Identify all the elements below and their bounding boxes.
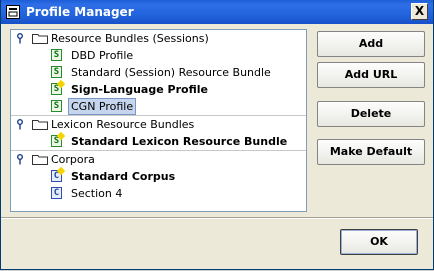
delete-button[interactable]: Delete	[317, 101, 425, 127]
folder-icon	[32, 34, 48, 44]
tree-item-label: Standard (Session) Resource Bundle	[71, 66, 271, 79]
tree-item-cgn-profile[interactable]: S CGN Profile	[11, 98, 306, 115]
session-bundle-default-icon: S	[51, 131, 66, 147]
tree-item-standard-corpus[interactable]: C Standard Corpus	[11, 166, 306, 185]
tree-item-label: Standard Corpus	[71, 170, 176, 183]
tree-group-resource-bundles: Resource Bundles (Sessions) S DBD Profil…	[11, 30, 306, 115]
session-bundle-icon: S	[51, 49, 62, 61]
default-marker-icon	[56, 166, 66, 176]
profile-tree[interactable]: Resource Bundles (Sessions) S DBD Profil…	[10, 29, 307, 212]
add-button[interactable]: Add	[317, 31, 425, 57]
ok-button[interactable]: OK	[340, 229, 418, 255]
profile-manager-dialog: Profile Manager X Resource Bundles (Sess…	[0, 0, 434, 270]
title-bar[interactable]: Profile Manager X	[1, 0, 433, 24]
tree-item-label: Sign-Language Profile	[71, 83, 208, 96]
tree-group-lexicon-bundles: Lexicon Resource Bundles S Standard Lexi…	[11, 115, 306, 150]
add-url-button[interactable]: Add URL	[317, 62, 425, 88]
corpus-default-icon: C	[51, 166, 66, 182]
tree-group-label: Lexicon Resource Bundles	[51, 118, 195, 131]
tree-group-label: Corpora	[51, 153, 95, 166]
tree-group-label: Resource Bundles (Sessions)	[51, 32, 209, 45]
tree-expand-handle-icon[interactable]	[15, 154, 25, 165]
tree-expand-handle-icon[interactable]	[15, 33, 25, 44]
tree-item-sign-language-profile[interactable]: S Sign-Language Profile	[11, 79, 306, 98]
tree-item-label: Section 4	[71, 187, 123, 200]
session-bundle-default-icon: S	[51, 79, 66, 95]
session-bundle-icon: S	[51, 66, 62, 78]
tree-node-lexicon-bundles[interactable]: Lexicon Resource Bundles	[11, 116, 306, 133]
tree-item-section-4[interactable]: C Section 4	[11, 185, 306, 202]
footer-separator	[1, 217, 433, 219]
tree-item-standard-session-bundle[interactable]: S Standard (Session) Resource Bundle	[11, 64, 306, 81]
folder-icon	[32, 120, 48, 130]
tree-item-dbd-profile[interactable]: S DBD Profile	[11, 47, 306, 64]
corpus-icon: C	[51, 187, 62, 199]
app-icon	[6, 5, 20, 19]
tree-item-label-selected: CGN Profile	[67, 98, 137, 115]
tree-expand-handle-icon[interactable]	[15, 119, 25, 130]
tree-item-standard-lexicon-bundle[interactable]: S Standard Lexicon Resource Bundle	[11, 131, 306, 150]
window-title: Profile Manager	[26, 5, 134, 19]
tree-node-corpora[interactable]: Corpora	[11, 151, 306, 168]
close-button[interactable]: X	[411, 3, 428, 20]
tree-group-corpora: Corpora C Standard Corpus C Section 4	[11, 150, 306, 202]
tree-item-label: DBD Profile	[71, 49, 134, 62]
session-bundle-icon: S	[51, 100, 62, 112]
tree-node-resource-bundles[interactable]: Resource Bundles (Sessions)	[11, 30, 306, 47]
tree-item-label: Standard Lexicon Resource Bundle	[71, 135, 288, 148]
make-default-button[interactable]: Make Default	[317, 139, 425, 165]
default-marker-icon	[56, 79, 66, 89]
default-marker-icon	[56, 131, 66, 141]
folder-icon	[32, 155, 48, 165]
